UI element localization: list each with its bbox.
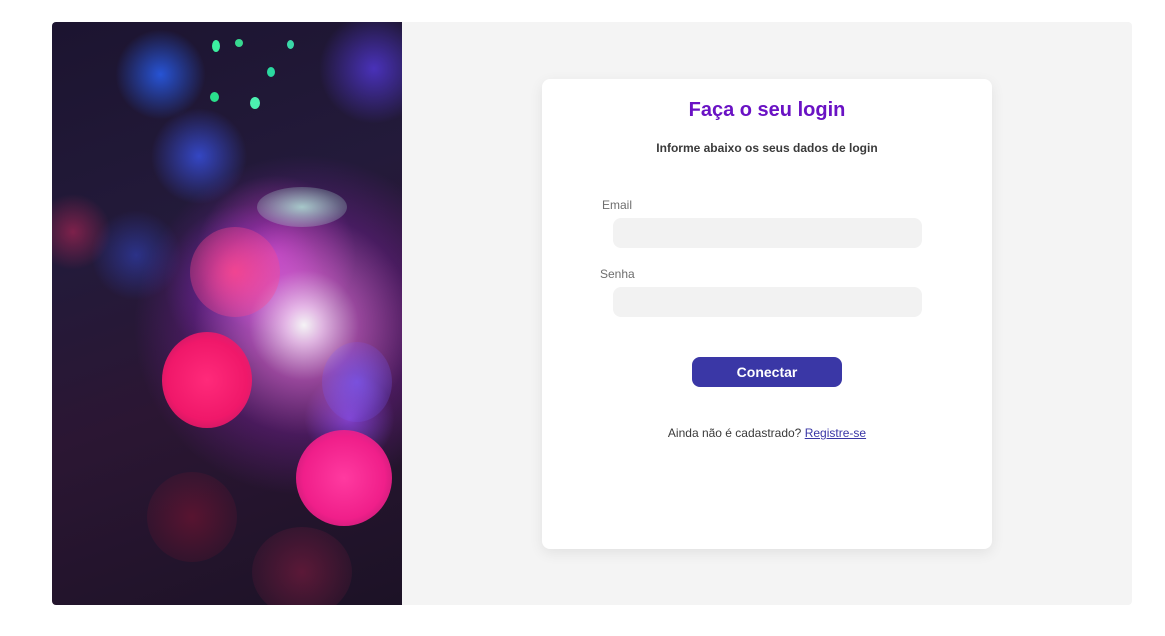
bokeh-light xyxy=(162,332,252,428)
signup-text: Ainda não é cadastrado? xyxy=(667,426,802,440)
bokeh-light xyxy=(257,187,347,227)
email-label: Email xyxy=(602,198,633,212)
bokeh-light xyxy=(267,67,275,77)
bokeh-light xyxy=(252,527,352,605)
fiber-optic-hero-image xyxy=(52,22,402,605)
bokeh-light xyxy=(212,40,220,52)
register-link[interactable]: Registre-se xyxy=(805,426,866,440)
login-page: Faça o seu login Informe abaixo os seus … xyxy=(52,22,1132,605)
bokeh-light xyxy=(190,227,280,317)
login-panel: Faça o seu login Informe abaixo os seus … xyxy=(402,22,1132,605)
password-field[interactable] xyxy=(613,287,922,317)
bokeh-light xyxy=(210,92,219,102)
bokeh-light xyxy=(287,40,294,49)
login-card: Faça o seu login Informe abaixo os seus … xyxy=(542,79,992,549)
signup-prompt: Ainda não é cadastrado? Registre-se xyxy=(542,426,992,440)
page-title: Faça o seu login xyxy=(688,99,846,121)
page-subtitle: Informe abaixo os seus dados de login xyxy=(656,141,878,155)
password-label: Senha xyxy=(600,267,635,281)
bokeh-light xyxy=(147,472,237,562)
email-field[interactable] xyxy=(613,218,922,248)
bokeh-light xyxy=(322,342,392,422)
bokeh-light xyxy=(296,430,392,526)
bokeh-light xyxy=(250,97,260,109)
connect-button[interactable]: Conectar xyxy=(692,357,842,387)
bokeh-light xyxy=(235,39,243,47)
